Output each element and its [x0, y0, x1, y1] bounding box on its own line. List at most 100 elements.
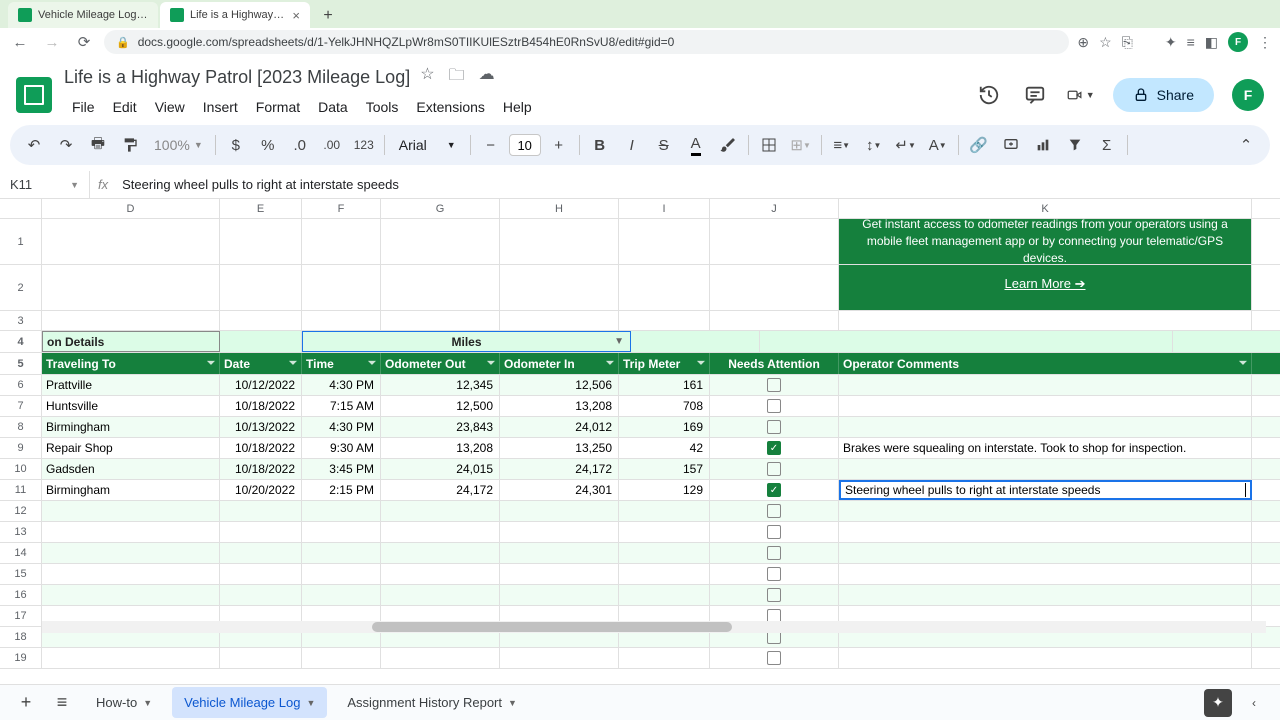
merge-button[interactable]: ⊞ ▼: [787, 131, 815, 159]
cell[interactable]: [220, 564, 302, 584]
filter-icon[interactable]: ⏷: [697, 358, 705, 369]
checkbox-checked[interactable]: ✓: [767, 483, 781, 497]
cell[interactable]: 12,345: [381, 375, 500, 395]
cell[interactable]: [42, 585, 220, 605]
borders-button[interactable]: [755, 131, 783, 159]
menu-format[interactable]: Format: [248, 95, 308, 119]
print-button[interactable]: 🖶: [84, 131, 112, 159]
filter-icon[interactable]: ⏷: [487, 358, 495, 369]
forward-button[interactable]: →: [40, 30, 64, 54]
cell[interactable]: 24,301: [500, 480, 619, 500]
cell[interactable]: Repair Shop: [42, 438, 220, 458]
cell[interactable]: 10/13/2022: [220, 417, 302, 437]
cell[interactable]: 7:15 AM: [302, 396, 381, 416]
menu-tools[interactable]: Tools: [358, 95, 407, 119]
filter-button[interactable]: [1061, 131, 1089, 159]
cell[interactable]: 10/20/2022: [220, 480, 302, 500]
sheets-logo-icon[interactable]: [16, 77, 52, 113]
dropdown-icon[interactable]: ▼: [614, 336, 624, 347]
close-icon[interactable]: ×: [292, 8, 300, 23]
cell[interactable]: 24,015: [381, 459, 500, 479]
zoom-select[interactable]: 100% ▼: [148, 137, 209, 153]
cell[interactable]: 13,208: [381, 438, 500, 458]
rotate-button[interactable]: A ▼: [924, 131, 952, 159]
currency-button[interactable]: $: [222, 131, 250, 159]
menu-view[interactable]: View: [147, 95, 193, 119]
row-header[interactable]: 15: [0, 564, 42, 584]
align-button[interactable]: ≡ ▼: [828, 131, 856, 159]
cell[interactable]: [710, 396, 839, 416]
formula-input[interactable]: Steering wheel pulls to right at interst…: [116, 177, 1280, 192]
cell[interactable]: [500, 543, 619, 563]
cell[interactable]: [500, 522, 619, 542]
checkbox[interactable]: [767, 546, 781, 560]
back-button[interactable]: ←: [8, 30, 32, 54]
paint-format-button[interactable]: [116, 131, 144, 159]
row-header[interactable]: 3: [0, 311, 42, 330]
col-header-H[interactable]: H: [500, 199, 619, 218]
cell[interactable]: [619, 501, 710, 521]
cell[interactable]: [619, 648, 710, 668]
profile-avatar[interactable]: F: [1228, 32, 1248, 52]
install-icon[interactable]: ⎘: [1122, 34, 1133, 51]
filter-icon[interactable]: ⏷: [1239, 358, 1247, 369]
header-odometer-in[interactable]: Odometer In⏷: [500, 353, 619, 374]
account-avatar[interactable]: F: [1232, 79, 1264, 111]
share-button[interactable]: Share: [1113, 78, 1214, 112]
bold-button[interactable]: B: [586, 131, 614, 159]
sheet-tab-howto[interactable]: How-to ▼: [84, 687, 164, 718]
cell[interactable]: 10/18/2022: [220, 438, 302, 458]
col-header-E[interactable]: E: [220, 199, 302, 218]
cell[interactable]: 10/18/2022: [220, 396, 302, 416]
cell[interactable]: [42, 543, 220, 563]
decrease-font-button[interactable]: −: [477, 131, 505, 159]
cell[interactable]: [710, 375, 839, 395]
cell[interactable]: [42, 522, 220, 542]
cell[interactable]: Birmingham: [42, 417, 220, 437]
tab-scroll-button[interactable]: ‹: [1240, 689, 1268, 717]
row-header[interactable]: 11: [0, 480, 42, 500]
col-header-D[interactable]: D: [42, 199, 220, 218]
cell[interactable]: [710, 417, 839, 437]
row-header[interactable]: 9: [0, 438, 42, 458]
cell[interactable]: [839, 585, 1252, 605]
cell[interactable]: 9:30 AM: [302, 438, 381, 458]
menu-icon[interactable]: ⋮: [1258, 34, 1272, 51]
cell[interactable]: [381, 585, 500, 605]
cell[interactable]: [710, 585, 839, 605]
cell[interactable]: [220, 543, 302, 563]
font-size-input[interactable]: 10: [509, 134, 541, 156]
cell[interactable]: Huntsville: [42, 396, 220, 416]
banner-link-cell[interactable]: Learn More ➔: [839, 265, 1252, 310]
cell[interactable]: 24,172: [500, 459, 619, 479]
cell[interactable]: [839, 459, 1252, 479]
functions-button[interactable]: Σ: [1093, 131, 1121, 159]
redo-button[interactable]: ↷: [52, 131, 80, 159]
cell[interactable]: [839, 417, 1252, 437]
col-header-G[interactable]: G: [381, 199, 500, 218]
cell[interactable]: [839, 648, 1252, 668]
add-sheet-button[interactable]: +: [12, 689, 40, 717]
comments-icon[interactable]: [1021, 81, 1049, 109]
zoom-icon[interactable]: ⊕: [1077, 34, 1089, 51]
cell[interactable]: [302, 648, 381, 668]
cell[interactable]: [710, 522, 839, 542]
cell[interactable]: Prattville: [42, 375, 220, 395]
cell[interactable]: 23,843: [381, 417, 500, 437]
header-traveling-to[interactable]: Traveling To⏷: [42, 353, 220, 374]
cell[interactable]: [381, 501, 500, 521]
cell[interactable]: [220, 585, 302, 605]
link-button[interactable]: 🔗: [965, 131, 993, 159]
cell[interactable]: Brakes were squealing on interstate. Too…: [839, 438, 1252, 458]
decrease-decimal-button[interactable]: .0: [286, 131, 314, 159]
cell[interactable]: 24,172: [381, 480, 500, 500]
row-header[interactable]: 14: [0, 543, 42, 563]
cell[interactable]: [381, 522, 500, 542]
checkbox[interactable]: [767, 504, 781, 518]
cell[interactable]: [619, 543, 710, 563]
menu-insert[interactable]: Insert: [195, 95, 246, 119]
cell[interactable]: [710, 564, 839, 584]
cell[interactable]: 3:45 PM: [302, 459, 381, 479]
cell[interactable]: Birmingham: [42, 480, 220, 500]
scrollbar-thumb[interactable]: [372, 622, 732, 632]
